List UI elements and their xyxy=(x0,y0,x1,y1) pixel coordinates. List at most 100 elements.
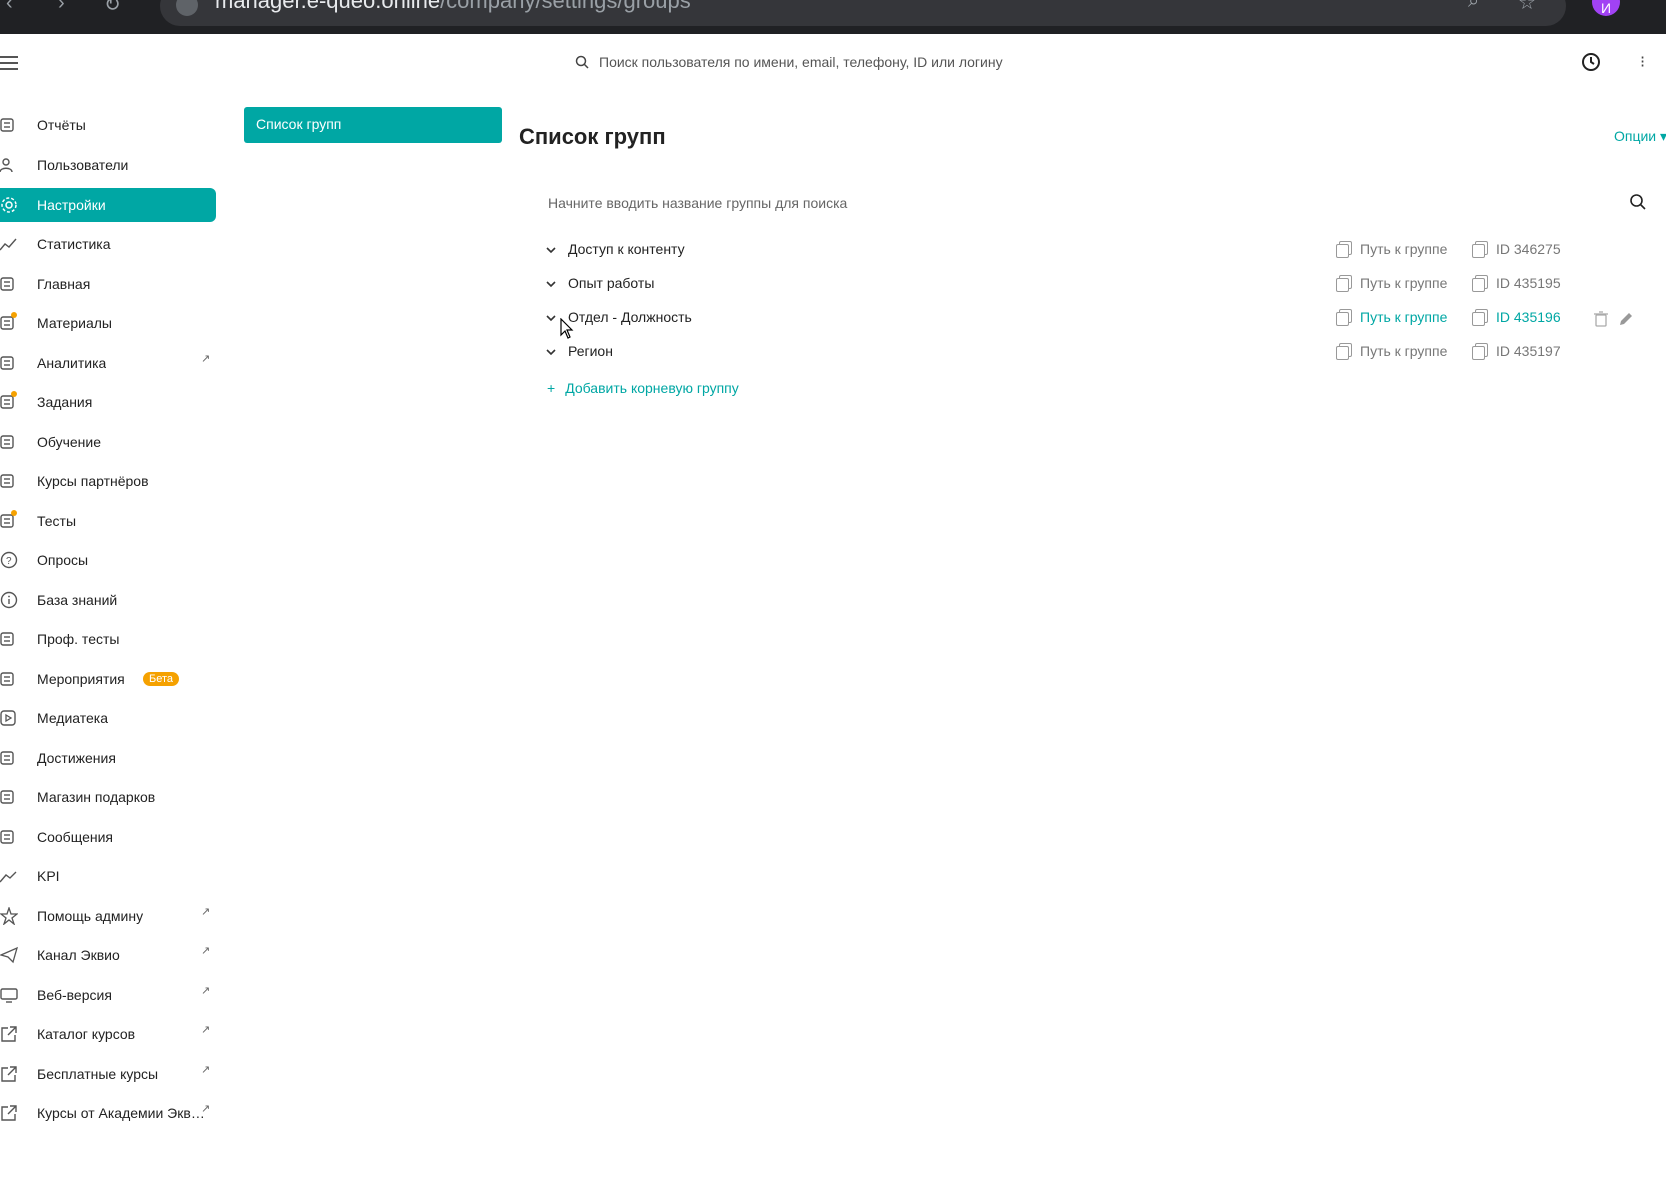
sidebar-item-2[interactable]: Пользователи xyxy=(0,148,216,182)
add-root-group-label: Добавить корневую группу xyxy=(565,380,739,396)
sidebar-item-label: Мероприятия xyxy=(37,671,125,687)
search-icon[interactable]: ⌕ xyxy=(1468,0,1479,13)
sidebar-item-label: Каталог курсов xyxy=(37,1026,136,1042)
sidebar-item-26[interactable]: Курсы от Академии Эквио ↗ xyxy=(0,1096,216,1130)
sidebar-item-5[interactable]: Главная xyxy=(0,267,216,301)
sidebar-item-6[interactable]: Материалы xyxy=(0,306,216,340)
trash-icon[interactable] xyxy=(1594,311,1608,327)
sidebar-item-label: Магазин подарков xyxy=(37,789,156,805)
telegram-icon xyxy=(0,946,18,964)
sidebar-item-23[interactable]: Веб-версия ↗ xyxy=(0,978,216,1012)
sidebar-item-13[interactable]: База знаний xyxy=(0,583,216,617)
back-icon[interactable]: ‹ xyxy=(6,0,13,15)
chevron-down-icon[interactable] xyxy=(544,345,558,359)
copy-group-path-button[interactable]: Путь к группе xyxy=(1336,241,1447,258)
forward-icon[interactable]: › xyxy=(58,0,65,15)
external-arrow-icon: ↗ xyxy=(201,906,211,918)
group-row[interactable]: Доступ к контенту Путь к группе ID 346275 xyxy=(544,237,1644,267)
group-search[interactable]: Начните вводить название группы для поис… xyxy=(548,193,1656,215)
mouse-cursor-icon xyxy=(560,318,574,339)
group-path-label: Путь к группе xyxy=(1360,309,1448,325)
sidebar-item-15[interactable]: Мероприятия Бета xyxy=(0,662,216,696)
sidebar-item-20[interactable]: KPI xyxy=(0,859,216,893)
sidebar-item-17[interactable]: Достижения xyxy=(0,741,216,775)
external-arrow-icon: ↗ xyxy=(201,1103,211,1115)
chevron-down-icon[interactable] xyxy=(544,277,558,291)
group-row[interactable]: Отдел - Должность Путь к группе ID 435196 xyxy=(544,305,1644,335)
group-id-label: ID 346275 xyxy=(1496,241,1561,257)
group-list-nav-button[interactable]: Список групп xyxy=(244,107,502,143)
group-name[interactable]: Опыт работы xyxy=(568,275,654,291)
copy-group-id-button[interactable]: ID 346275 xyxy=(1472,241,1561,258)
sidebar-item-10[interactable]: Курсы партнёров xyxy=(0,464,216,498)
sidebar-item-16[interactable]: Медиатека xyxy=(0,701,216,735)
sidebar-item-22[interactable]: Канал Эквио ↗ xyxy=(0,938,216,972)
group-id-label: ID 435195 xyxy=(1496,275,1561,291)
menu-icon[interactable] xyxy=(0,56,18,70)
search-icon xyxy=(575,55,589,69)
copy-group-path-button[interactable]: Путь к группе xyxy=(1336,343,1447,360)
sidebar-item-label: Медиатека xyxy=(37,710,109,726)
chart-line-icon xyxy=(0,235,18,253)
group-row[interactable]: Опыт работы Путь к группе ID 435195 xyxy=(544,271,1644,301)
sidebar-item-label: Курсы партнёров xyxy=(37,473,149,489)
options-dropdown[interactable]: Опции ▾ xyxy=(1614,128,1666,145)
pencil-icon[interactable] xyxy=(1618,311,1634,327)
more-vert-icon[interactable]: ⁝ xyxy=(1640,52,1645,72)
sidebar-item-label: Главная xyxy=(37,276,91,292)
user-check-icon xyxy=(0,630,18,648)
external-link-icon xyxy=(0,1104,18,1122)
external-arrow-icon: ↗ xyxy=(201,945,211,957)
group-row[interactable]: Регион Путь к группе ID 435197 xyxy=(544,339,1644,369)
sidebar-item-24[interactable]: Каталог курсов ↗ xyxy=(0,1017,216,1051)
copy-icon xyxy=(1472,241,1488,258)
copy-group-path-button[interactable]: Путь к группе xyxy=(1336,275,1447,292)
app-header: Поиск пользователя по имени, email, теле… xyxy=(0,34,1666,90)
group-name[interactable]: Отдел - Должность xyxy=(568,309,692,325)
question-icon: ? xyxy=(0,551,18,569)
url-host: manager.e-queo.online xyxy=(215,0,441,13)
url-path: /company/settings/groups xyxy=(440,0,691,13)
sidebar-item-label: Статистика xyxy=(37,236,111,252)
gear-icon xyxy=(0,196,18,214)
calendar-icon xyxy=(0,670,18,688)
copy-group-id-button[interactable]: ID 435195 xyxy=(1472,275,1561,292)
sidebar-item-18[interactable]: Магазин подарков xyxy=(0,780,216,814)
profile-avatar[interactable]: И xyxy=(1592,0,1620,16)
group-name[interactable]: Доступ к контенту xyxy=(568,241,685,257)
sidebar-item-label: Веб-версия xyxy=(37,987,112,1003)
chevron-down-icon[interactable] xyxy=(544,243,558,257)
sidebar-item-21[interactable]: Помощь админу ↗ xyxy=(0,899,216,933)
sidebar-item-label: Проф. тесты xyxy=(37,631,120,647)
sidebar-item-12[interactable]: ? Опросы xyxy=(0,543,216,577)
sidebar-item-3[interactable]: Настройки xyxy=(0,188,216,222)
copy-icon xyxy=(1336,275,1352,292)
page-title: Список групп xyxy=(519,124,666,149)
sidebar-item-11[interactable]: Тесты xyxy=(0,504,216,538)
add-root-group-button[interactable]: + Добавить корневую группу xyxy=(547,380,739,396)
sidebar-item-8[interactable]: Задания xyxy=(0,385,216,419)
search-icon[interactable] xyxy=(1629,193,1647,211)
browser-toolbar: ‹ › ↻ manager.e-queo.online/company/sett… xyxy=(0,0,1666,34)
history-icon[interactable] xyxy=(1580,51,1602,73)
copy-group-id-button[interactable]: ID 435197 xyxy=(1472,343,1561,360)
copy-icon xyxy=(1472,275,1488,292)
gift-icon xyxy=(0,788,18,806)
group-name[interactable]: Регион xyxy=(568,343,613,359)
chevron-down-icon[interactable] xyxy=(544,311,558,325)
sidebar-item-4[interactable]: Статистика xyxy=(0,227,216,261)
sidebar-item-9[interactable]: Обучение xyxy=(0,425,216,459)
sidebar-item-1[interactable]: Отчёты xyxy=(0,108,216,142)
sidebar-item-label: Опросы xyxy=(37,552,89,568)
sidebar-item-19[interactable]: Сообщения xyxy=(0,820,216,854)
sidebar-item-25[interactable]: Бесплатные курсы ↗ xyxy=(0,1057,216,1091)
reload-icon[interactable]: ↻ xyxy=(104,0,121,17)
address-url[interactable]: manager.e-queo.online/company/settings/g… xyxy=(215,0,691,14)
sidebar-item-7[interactable]: Аналитика ↗ xyxy=(0,346,216,380)
user-search[interactable]: Поиск пользователя по имени, email, теле… xyxy=(575,51,1003,73)
copy-group-id-button[interactable]: ID 435196 xyxy=(1472,309,1561,326)
bookmark-star-icon[interactable]: ☆ xyxy=(1518,0,1536,15)
copy-group-path-button[interactable]: Путь к группе xyxy=(1336,309,1448,326)
sidebar-item-14[interactable]: Проф. тесты xyxy=(0,622,216,656)
beta-badge: Бета xyxy=(143,672,180,686)
